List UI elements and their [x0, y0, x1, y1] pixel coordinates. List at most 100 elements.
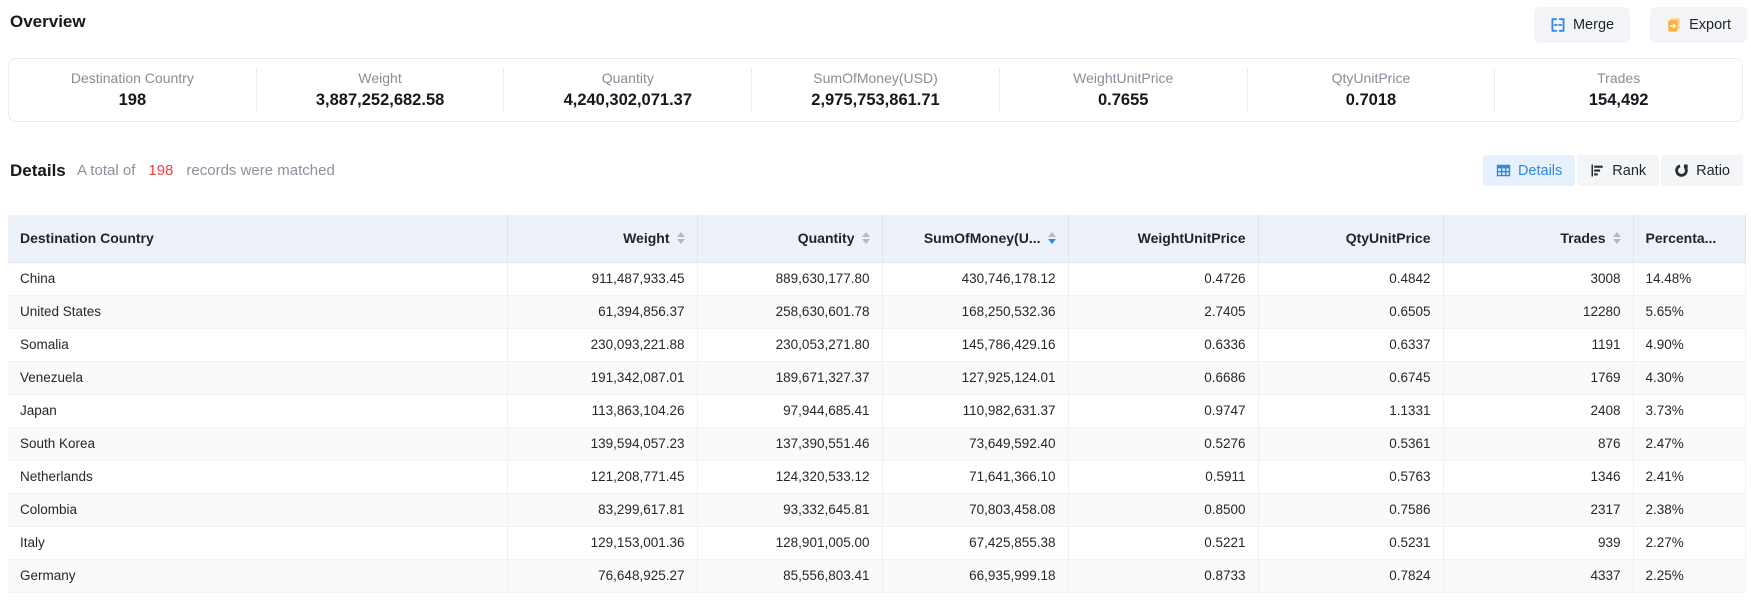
details-table-wrap: Destination CountryWeightQuantitySumOfMo… [8, 215, 1745, 593]
export-button[interactable]: Export [1650, 7, 1747, 43]
column-header-percenta: Percenta... [1633, 215, 1745, 262]
cell-quantity: 85,556,803.41 [697, 559, 882, 592]
details-title: Details [10, 150, 66, 192]
sort-icon [862, 232, 870, 244]
table-row[interactable]: Venezuela191,342,087.01189,671,327.37127… [8, 361, 1745, 394]
cell-sumofmoney-u: 70,803,458.08 [882, 493, 1068, 526]
cell-quantity: 189,671,327.37 [697, 361, 882, 394]
cell-destination-country: South Korea [8, 427, 507, 460]
cell-trades: 2317 [1443, 493, 1633, 526]
tab-rank[interactable]: Rank [1577, 155, 1659, 186]
tab-details[interactable]: Details [1483, 155, 1575, 186]
cell-trades: 12280 [1443, 295, 1633, 328]
stat-label: Quantity [504, 70, 751, 87]
cell-weight: 230,093,221.88 [507, 328, 697, 361]
stat-label: Destination Country [9, 70, 256, 87]
export-button-label: Export [1689, 17, 1731, 33]
records-suffix: records were matched [186, 150, 334, 192]
column-header-weightunitprice: WeightUnitPrice [1068, 215, 1258, 262]
table-row[interactable]: China911,487,933.45889,630,177.80430,746… [8, 262, 1745, 295]
cell-sumofmoney-u: 110,982,631.37 [882, 394, 1068, 427]
tab-ratio[interactable]: Ratio [1661, 155, 1743, 186]
cell-weight: 83,299,617.81 [507, 493, 697, 526]
sort-asc-caret [1613, 232, 1621, 237]
stat-value: 2,975,753,861.71 [752, 91, 999, 111]
cell-weightunitprice: 0.9747 [1068, 394, 1258, 427]
stat-quantity: Quantity4,240,302,071.37 [503, 68, 751, 112]
cell-destination-country: Italy [8, 526, 507, 559]
table-row[interactable]: Germany76,648,925.2785,556,803.4166,935,… [8, 559, 1745, 592]
cell-weight: 113,863,104.26 [507, 394, 697, 427]
stat-qtyunitprice: QtyUnitPrice 0.7018 [1247, 68, 1495, 112]
cell-percenta: 3.73% [1633, 394, 1745, 427]
cell-weightunitprice: 0.5911 [1068, 460, 1258, 493]
cell-trades: 939 [1443, 526, 1633, 559]
stat-label: SumOfMoney(USD) [752, 70, 999, 87]
column-header-trades[interactable]: Trades [1443, 215, 1633, 262]
table-row[interactable]: Italy129,153,001.36128,901,005.0067,425,… [8, 526, 1745, 559]
cell-percenta: 5.65% [1633, 295, 1745, 328]
cell-trades: 3008 [1443, 262, 1633, 295]
cell-weightunitprice: 0.8733 [1068, 559, 1258, 592]
cell-weight: 139,594,057.23 [507, 427, 697, 460]
cell-trades: 876 [1443, 427, 1633, 460]
view-switcher: Details Rank Ratio [1483, 155, 1743, 186]
sort-asc-caret [862, 232, 870, 237]
column-header-weight[interactable]: Weight [507, 215, 697, 262]
overview-card: Destination Country198Weight3,887,252,68… [8, 58, 1743, 122]
table-header-row: Destination CountryWeightQuantitySumOfMo… [8, 215, 1745, 262]
cell-quantity: 97,944,685.41 [697, 394, 882, 427]
table-row[interactable]: United States61,394,856.37258,630,601.78… [8, 295, 1745, 328]
cell-destination-country: Japan [8, 394, 507, 427]
cell-percenta: 4.90% [1633, 328, 1745, 361]
cell-qtyunitprice: 0.5361 [1258, 427, 1443, 460]
cell-sumofmoney-u: 127,925,124.01 [882, 361, 1068, 394]
table-icon [1496, 163, 1511, 178]
cell-percenta: 2.41% [1633, 460, 1745, 493]
stat-label: Trades [1495, 70, 1742, 87]
table-row[interactable]: Netherlands121,208,771.45124,320,533.127… [8, 460, 1745, 493]
stat-sumofmoney-usd: SumOfMoney(USD) 2,975,753,861.71 [751, 68, 999, 112]
cell-destination-country: China [8, 262, 507, 295]
cell-trades: 4337 [1443, 559, 1633, 592]
stat-value: 0.7018 [1248, 91, 1495, 111]
column-header-quantity[interactable]: Quantity [697, 215, 882, 262]
cell-weightunitprice: 0.8500 [1068, 493, 1258, 526]
column-header-sumofmoney-u[interactable]: SumOfMoney(U... [882, 215, 1068, 262]
cell-percenta: 14.48% [1633, 262, 1745, 295]
sort-asc-caret [1048, 232, 1056, 237]
topbar-actions: Merge Export [1534, 7, 1747, 43]
cell-quantity: 889,630,177.80 [697, 262, 882, 295]
cell-sumofmoney-u: 73,649,592.40 [882, 427, 1068, 460]
details-bar: Details A total of 198 records were matc… [8, 150, 1743, 192]
sort-desc-caret [1613, 239, 1621, 244]
cell-weightunitprice: 0.5221 [1068, 526, 1258, 559]
table-row[interactable]: Somalia230,093,221.88230,053,271.80145,7… [8, 328, 1745, 361]
column-label: QtyUnitPrice [1346, 230, 1431, 246]
cell-weight: 191,342,087.01 [507, 361, 697, 394]
top-bar: Overview Merge Export [0, 0, 1751, 52]
cell-percenta: 4.30% [1633, 361, 1745, 394]
cell-sumofmoney-u: 67,425,855.38 [882, 526, 1068, 559]
cell-percenta: 2.47% [1633, 427, 1745, 460]
details-table: Destination CountryWeightQuantitySumOfMo… [8, 215, 1746, 593]
table-row[interactable]: Japan113,863,104.2697,944,685.41110,982,… [8, 394, 1745, 427]
table-row[interactable]: Colombia83,299,617.8193,332,645.8170,803… [8, 493, 1745, 526]
sort-asc-caret [677, 232, 685, 237]
cell-weightunitprice: 2.7405 [1068, 295, 1258, 328]
table-row[interactable]: South Korea139,594,057.23137,390,551.467… [8, 427, 1745, 460]
merge-button[interactable]: Merge [1534, 7, 1630, 43]
cell-weight: 61,394,856.37 [507, 295, 697, 328]
stat-label: QtyUnitPrice [1248, 70, 1495, 87]
cell-qtyunitprice: 0.6745 [1258, 361, 1443, 394]
cell-weightunitprice: 0.6336 [1068, 328, 1258, 361]
merge-button-label: Merge [1573, 17, 1614, 33]
cell-qtyunitprice: 0.4842 [1258, 262, 1443, 295]
cell-destination-country: Colombia [8, 493, 507, 526]
cell-weight: 121,208,771.45 [507, 460, 697, 493]
cell-sumofmoney-u: 168,250,532.36 [882, 295, 1068, 328]
cell-trades: 1346 [1443, 460, 1633, 493]
cell-quantity: 258,630,601.78 [697, 295, 882, 328]
cell-qtyunitprice: 1.1331 [1258, 394, 1443, 427]
cell-quantity: 124,320,533.12 [697, 460, 882, 493]
